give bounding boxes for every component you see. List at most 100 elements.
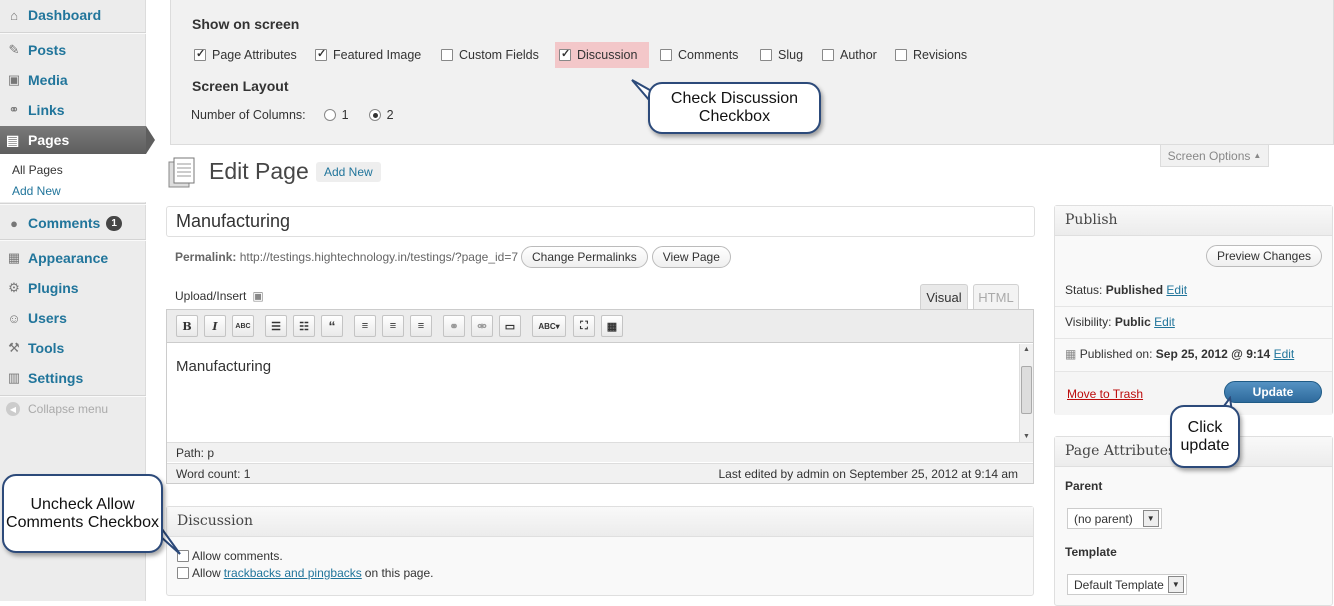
- submenu-add-new[interactable]: Add New: [12, 184, 61, 198]
- blockquote-icon[interactable]: “: [321, 315, 343, 337]
- pin-icon: ✎: [8, 42, 20, 57]
- option-author[interactable]: Author: [822, 46, 877, 64]
- sidebar-item-links[interactable]: ⚭ Links: [0, 96, 146, 124]
- publish-title: Publish: [1055, 206, 1332, 236]
- parent-label: Parent: [1065, 479, 1103, 493]
- collapse-menu-label: Collapse menu: [28, 402, 109, 416]
- sidebar-item-appearance[interactable]: ▦ Appearance: [0, 244, 146, 272]
- option-discussion[interactable]: Discussion: [559, 46, 637, 64]
- align-left-icon[interactable]: ≡: [354, 315, 376, 337]
- upload-insert[interactable]: Upload/Insert ▣: [175, 289, 264, 303]
- page-attributes-checkbox[interactable]: [194, 47, 206, 61]
- template-select[interactable]: Default Template ▼: [1067, 574, 1187, 595]
- comment-count-badge: 1: [106, 215, 122, 231]
- trackbacks-link[interactable]: trackbacks and pingbacks: [224, 566, 362, 580]
- allow-comments-row[interactable]: Allow comments.: [177, 549, 283, 563]
- status-row: Status: Published Edit: [1065, 283, 1187, 297]
- collapse-menu-button[interactable]: ◀ Collapse menu: [6, 402, 108, 416]
- active-menu-arrow: [146, 126, 155, 154]
- italic-icon[interactable]: I: [204, 315, 226, 337]
- screen-options-tab[interactable]: Screen Options ▲: [1160, 145, 1269, 167]
- revisions-checkbox[interactable]: [895, 49, 907, 61]
- separator: [1055, 306, 1332, 307]
- post-title-input[interactable]: Manufacturing: [166, 206, 1035, 237]
- change-permalinks-button[interactable]: Change Permalinks: [521, 246, 648, 268]
- update-button[interactable]: Update: [1224, 381, 1322, 403]
- option-label: Comments: [678, 48, 739, 62]
- permalink-label: Permalink:: [175, 250, 237, 264]
- strikethrough-icon[interactable]: ABC: [232, 315, 254, 337]
- sidebar-item-pages[interactable]: ▤ Pages: [0, 126, 146, 154]
- option-slug[interactable]: Slug: [760, 46, 803, 64]
- parent-select[interactable]: (no parent) ▼: [1067, 508, 1162, 529]
- view-page-button[interactable]: View Page: [651, 246, 731, 268]
- sidebar-item-label: Links: [28, 102, 65, 118]
- unlink-icon[interactable]: ⚮: [471, 315, 493, 337]
- allow-trackbacks-row[interactable]: Allow trackbacks and pingbacks on this pag…: [177, 566, 433, 580]
- callout-click-update: Click update: [1170, 405, 1240, 468]
- sidebar-item-posts[interactable]: ✎ Posts: [0, 36, 146, 64]
- sidebar-item-tools[interactable]: ⚒ Tools: [0, 334, 146, 362]
- preview-changes-button[interactable]: Preview Changes: [1205, 245, 1322, 267]
- move-to-trash-link[interactable]: Move to Trash: [1067, 387, 1143, 401]
- bold-icon[interactable]: B: [176, 315, 198, 337]
- align-center-icon[interactable]: ≡: [382, 315, 404, 337]
- sidebar-item-media[interactable]: ▣ Media: [0, 66, 146, 94]
- separator: [1055, 338, 1332, 339]
- published-edit-link[interactable]: Edit: [1274, 347, 1295, 361]
- status-edit-link[interactable]: Edit: [1166, 283, 1187, 297]
- align-right-icon[interactable]: ≡: [410, 315, 432, 337]
- sidebar-item-dashboard[interactable]: ⌂ Dashboard: [0, 1, 146, 29]
- custom-fields-checkbox[interactable]: [441, 49, 453, 61]
- template-label: Template: [1065, 545, 1117, 559]
- option-revisions[interactable]: Revisions: [895, 46, 967, 64]
- option-custom-fields[interactable]: Custom Fields: [441, 46, 539, 64]
- bullet-list-icon[interactable]: ☰: [265, 315, 287, 337]
- numbered-list-icon[interactable]: ☷: [293, 315, 315, 337]
- option-comments[interactable]: Comments: [660, 46, 738, 64]
- scroll-down-icon[interactable]: ▼: [1023, 433, 1030, 440]
- kitchen-sink-icon[interactable]: ▦: [601, 315, 623, 337]
- sidebar-item-settings[interactable]: ▥ Settings: [0, 364, 146, 392]
- link-icon[interactable]: ⚭: [443, 315, 465, 337]
- media-icon: ▣: [7, 72, 21, 87]
- column-2-radio[interactable]: [368, 109, 381, 121]
- visibility-edit-link[interactable]: Edit: [1154, 315, 1175, 329]
- slug-checkbox[interactable]: [760, 49, 772, 61]
- visibility-label: Visibility:: [1065, 315, 1112, 329]
- spellcheck-icon[interactable]: ABC▾: [532, 315, 566, 337]
- tab-html[interactable]: HTML: [973, 284, 1019, 309]
- pages-submenu: All Pages Add New: [0, 154, 146, 202]
- tab-visual[interactable]: Visual: [920, 284, 968, 309]
- sidebar-item-plugins[interactable]: ⚙ Plugins: [0, 274, 146, 302]
- add-new-button[interactable]: Add New: [316, 162, 381, 182]
- more-tag-icon[interactable]: ▭: [499, 315, 521, 337]
- featured-image-checkbox[interactable]: [315, 47, 327, 61]
- page-title: Edit Page: [209, 158, 309, 184]
- fullscreen-icon[interactable]: ⛶: [573, 315, 595, 337]
- scroll-thumb[interactable]: [1021, 366, 1032, 414]
- option-page-attributes[interactable]: Page Attributes: [194, 46, 297, 64]
- option-featured-image[interactable]: Featured Image: [315, 46, 421, 64]
- editor-scrollbar[interactable]: ▲ ▼: [1019, 344, 1033, 442]
- comments-checkbox[interactable]: [660, 49, 672, 61]
- sidebar-item-label: Pages: [28, 132, 70, 148]
- submenu-all-pages[interactable]: All Pages: [12, 163, 63, 177]
- allow-trackbacks-checkbox[interactable]: [177, 567, 189, 579]
- author-checkbox[interactable]: [822, 49, 834, 61]
- allow-suffix: on this page.: [364, 566, 434, 580]
- column-1-radio[interactable]: [323, 109, 336, 121]
- sidebar-item-label: Users: [28, 310, 67, 326]
- sidebar-item-users[interactable]: ☺ Users: [0, 304, 146, 332]
- show-on-screen-heading: Show on screen: [192, 16, 300, 32]
- discussion-checkbox[interactable]: [559, 47, 571, 61]
- visibility-row: Visibility: Public Edit: [1065, 315, 1175, 329]
- option-label: Revisions: [913, 48, 968, 62]
- editor-content[interactable]: Manufacturing: [167, 344, 1019, 442]
- published-label: Published on:: [1079, 347, 1153, 361]
- word-count-bar: Word count: 1 Last edited by admin on Sep…: [167, 463, 1033, 483]
- scroll-up-icon[interactable]: ▲: [1023, 346, 1030, 353]
- sidebar-item-comments[interactable]: ● Comments 1: [0, 209, 146, 237]
- appearance-icon: ▦: [7, 250, 21, 265]
- published-value: Sep 25, 2012 @ 9:14: [1155, 347, 1271, 361]
